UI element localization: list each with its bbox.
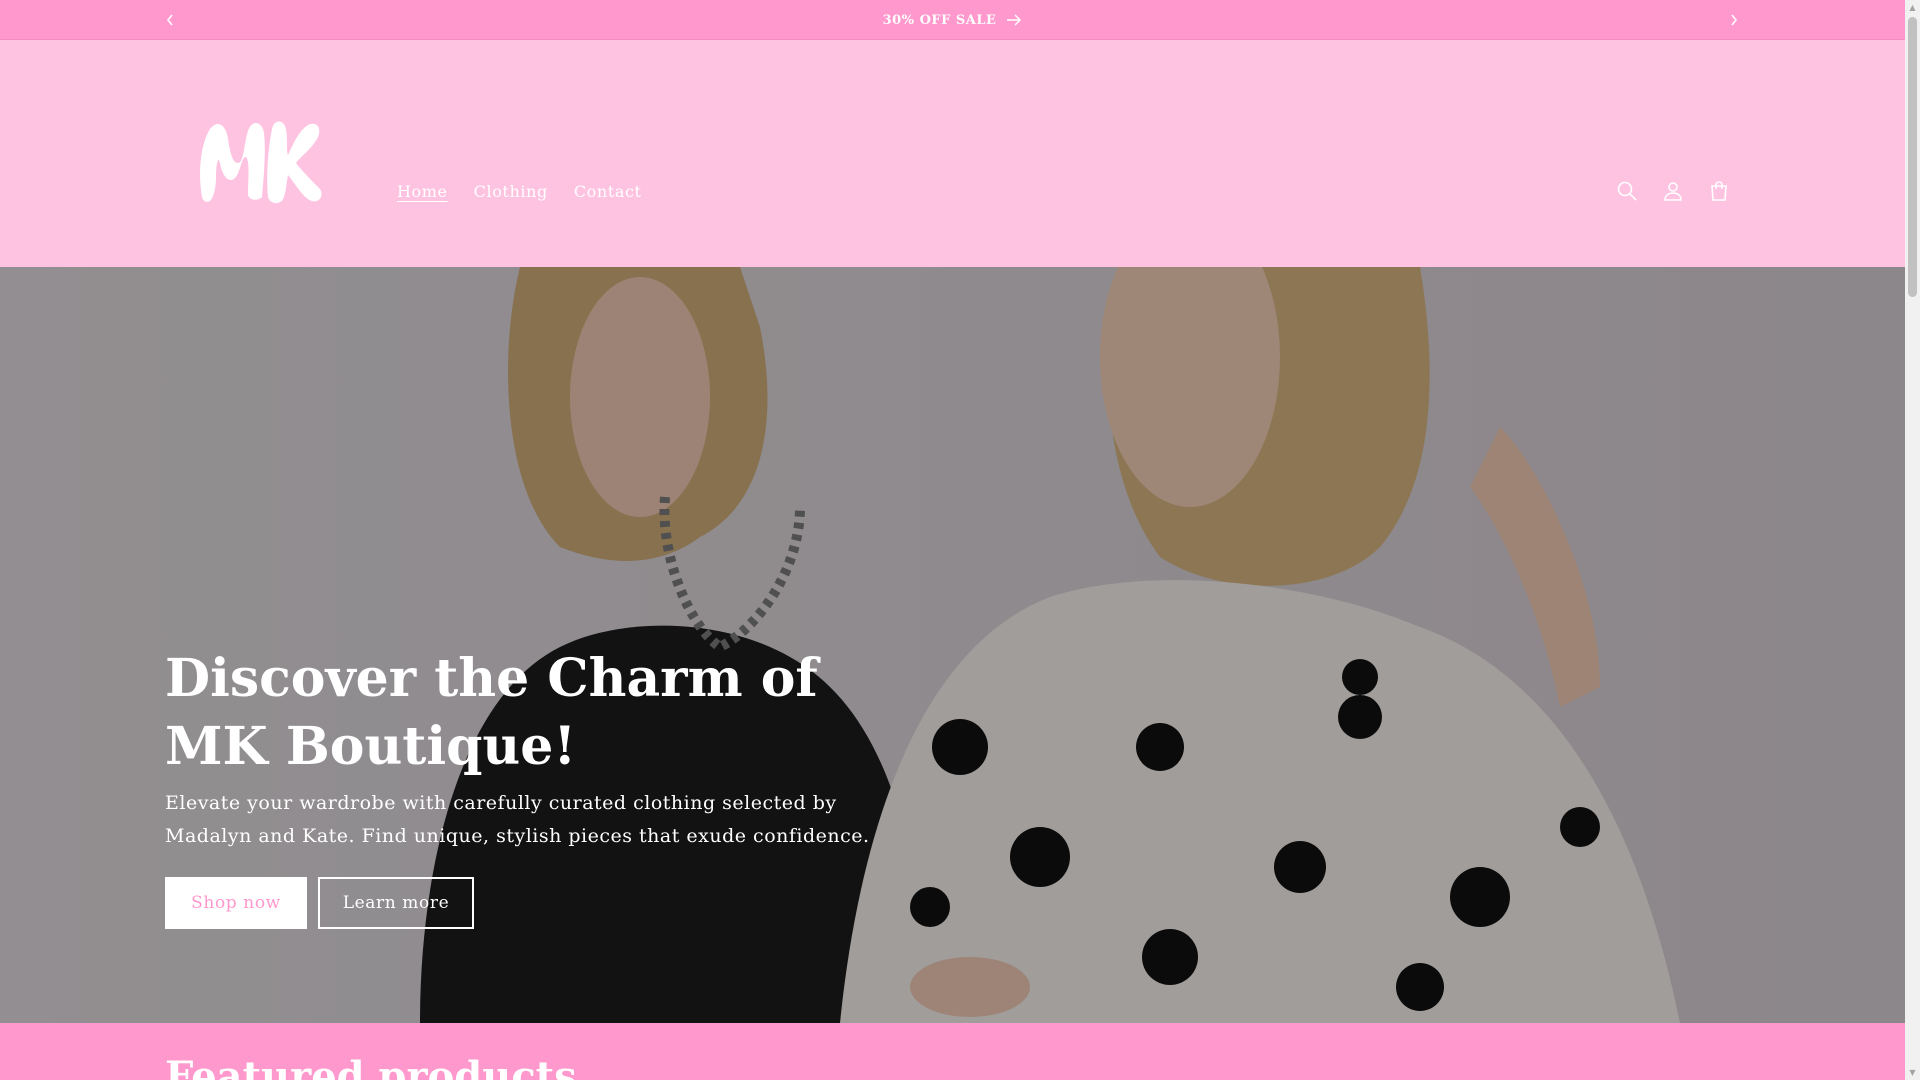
announcement-next-button[interactable] xyxy=(1722,8,1746,32)
account-icon xyxy=(1664,182,1682,201)
nav-clothing[interactable]: Clothing xyxy=(474,182,548,201)
page-scrollbar[interactable]: ▲ ▼ xyxy=(1905,0,1920,1080)
hero-banner: Discover the Charm of MK Boutique! Eleva… xyxy=(0,267,1905,1023)
chevron-right-icon xyxy=(1731,14,1738,26)
site-logo[interactable] xyxy=(188,105,328,205)
featured-title: Featured products xyxy=(165,1053,577,1080)
mk-logo xyxy=(200,121,322,204)
featured-section: Featured products xyxy=(0,1023,1905,1080)
announcement-link[interactable]: 30% OFF SALE xyxy=(0,0,1905,40)
account-button[interactable] xyxy=(1662,180,1684,202)
search-icon xyxy=(1617,181,1637,201)
header-icons xyxy=(1616,180,1730,202)
hero-subtitle: Elevate your wardrobe with carefully cur… xyxy=(165,792,870,847)
scroll-thumb[interactable] xyxy=(1908,17,1917,297)
arrow-right-icon xyxy=(1007,14,1022,26)
search-button[interactable] xyxy=(1616,180,1638,202)
shop-now-button[interactable]: Shop now xyxy=(165,877,307,929)
cart-icon xyxy=(1711,181,1727,201)
announcement-text: 30% OFF SALE xyxy=(882,12,997,28)
site-header: Home Clothing Contact xyxy=(0,40,1905,267)
scroll-up-arrow[interactable]: ▲ xyxy=(1905,0,1920,15)
announcement-bar: 30% OFF SALE xyxy=(0,0,1905,40)
nav-home[interactable]: Home xyxy=(397,182,448,201)
learn-more-button[interactable]: Learn more xyxy=(318,877,474,929)
hero-title: Discover the Charm of MK Boutique! xyxy=(165,648,818,777)
nav-contact[interactable]: Contact xyxy=(574,182,642,201)
scroll-down-arrow[interactable]: ▼ xyxy=(1905,1065,1920,1080)
hero-buttons: Shop now Learn more xyxy=(165,877,474,929)
main-nav: Home Clothing Contact xyxy=(397,182,642,201)
cart-button[interactable] xyxy=(1708,180,1730,202)
